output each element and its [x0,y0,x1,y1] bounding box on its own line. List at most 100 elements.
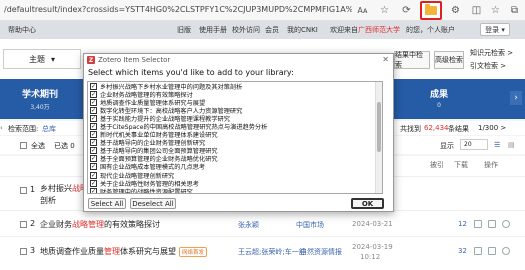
star-icon[interactable]: ☆ [377,3,392,18]
favorite-icon[interactable] [502,220,510,228]
row-title[interactable]: 地质调查作业质量管理体系研究与展望 网络首发 [40,246,208,257]
profile-icon[interactable]: ⧉ [507,3,522,18]
category-achievements[interactable]: 成果 0 [430,87,448,109]
checkbox-checked-icon[interactable]: ✓ [90,98,97,106]
checkbox-icon [20,186,27,194]
total-count: 62,434 [424,124,449,132]
title-text: 的有效策略探讨 [104,220,160,229]
refresh-icon[interactable]: ⟳ [399,3,414,18]
checkbox-checked-icon[interactable]: ✓ [90,139,97,147]
checkbox-checked-icon[interactable]: ✓ [90,187,97,193]
list-view-icon[interactable]: ☰ [494,141,500,149]
favorites-icon[interactable]: ☆ [488,3,503,18]
selected-count: 已选 0 [54,142,75,150]
row-source[interactable]: 中国市场 [296,220,324,230]
extensions-icon[interactable]: ⚙ [448,3,463,18]
checkbox-checked-icon[interactable]: ✓ [90,106,97,114]
url-field[interactable]: /defaultresult/index?crossids=YSTT4HG0%2… [4,5,352,14]
institution-name[interactable]: 广西师范大学 [358,25,400,35]
row-checkbox[interactable] [20,186,27,194]
title-text: 体系研究与展望 [120,247,176,256]
member-link[interactable]: 会员 [265,25,279,35]
checkbox-checked-icon[interactable]: ✓ [90,147,97,155]
page-size-select[interactable]: 20 [460,139,488,150]
checkbox-checked-icon[interactable]: ✓ [90,82,97,90]
reader-mode-icon[interactable]: Aᴀ [355,3,370,18]
checkbox-checked-icon[interactable]: ✓ [90,179,97,187]
offsite-access-link[interactable]: 校外访问 [232,25,260,35]
download-icon[interactable] [474,247,482,255]
header-cited[interactable]: 被引 [430,160,444,170]
table-row: 3 地质调查作业质量管理体系研究与展望 网络首发 王云超;张荣岭;车一舒 自然资源… [0,236,525,268]
old-version-link[interactable]: 旧版 [177,25,191,35]
row-checkbox[interactable] [20,247,27,255]
result-search-button[interactable]: 结果中检索 [394,51,430,69]
item-title: 财务管理中的战略性资源配置研究 [100,188,193,194]
split-screen-icon[interactable]: ◫ [469,3,484,18]
row-author[interactable]: 王云超;张荣岭;车一舒 [238,247,306,257]
title-highlight: 管理 [104,247,120,256]
knowledge-meta-link[interactable]: 知识元检索 > [470,48,513,58]
display-label: 显示 [440,142,454,150]
site-top-bar: 帮助中心 旧版 使用手册 校外访问 会员 我的CNKI 欢迎来自 广西师范大学 … [0,21,525,39]
subject-select[interactable]: 主题 ▾ [3,49,81,69]
row-source[interactable]: 自然资源情报 [300,247,342,257]
chevron-down-icon: ▾ [50,54,55,64]
category-journals[interactable]: 学术期刊 3,40万 [22,87,58,111]
select-all-label[interactable]: 全选 [31,141,45,151]
advanced-search-button[interactable]: 高级检索 [434,51,464,69]
title-text: 地质调查作业质量 [40,247,104,256]
checkbox-checked-icon[interactable]: ✓ [90,171,97,179]
row-checkbox[interactable] [20,220,27,228]
ok-button[interactable]: OK [351,198,384,209]
read-icon[interactable] [488,247,496,255]
item-list: ✓ 乡村振兴战略下乡村水业管理中的问题及其对策剖析 ✓ 企业财务战略管理的有效策略探讨… [87,81,383,194]
chevron-left-icon[interactable]: ‹ [0,124,3,132]
table-row: 2 企业财务战略管理的有效策略探讨 张永颖 中国市场 2024-03-21 12 [0,210,525,236]
checkbox-checked-icon[interactable]: ✓ [90,163,97,171]
row-author[interactable]: 张永颖 [238,220,259,230]
row-downloads[interactable]: 32 [458,247,467,255]
dialog-list-item[interactable]: ✓ 财务管理中的战略性资源配置研究 [88,187,382,194]
title-text: 企业财务 [40,220,72,229]
pager[interactable]: 1/300 > [478,124,506,132]
login-button[interactable]: 登录 ▾ [480,23,510,36]
select-all-button[interactable]: Select All [88,198,126,209]
detail-view-icon[interactable]: ▤ [508,141,515,149]
scope-value[interactable]: 总库 [42,124,56,134]
row-title[interactable]: 企业财务战略管理的有效策略探讨 [40,219,160,230]
welcome-text: 欢迎来自 [330,26,358,34]
manual-link[interactable]: 使用手册 [199,25,227,35]
category-label: 成果 [430,90,449,100]
checkbox-checked-icon[interactable]: ✓ [90,155,97,163]
zotero-save-button[interactable] [420,1,442,20]
close-icon[interactable]: ✕ [382,55,389,64]
scrollbar-thumb[interactable] [377,102,381,152]
citation-search-link[interactable]: 引文检索 > [470,61,506,71]
deselect-all-button[interactable]: Deselect All [130,198,176,209]
total-suffix: 条结果 [448,125,469,133]
online-first-badge: 网络首发 [179,247,208,257]
download-icon[interactable] [474,220,482,228]
row-title[interactable]: 乡村振兴战略 [40,183,88,194]
select-all-checkbox[interactable] [20,141,27,149]
checkbox-checked-icon[interactable]: ✓ [90,123,97,131]
checkbox-checked-icon[interactable]: ✓ [90,114,97,122]
favorite-icon[interactable] [502,247,510,255]
row-downloads[interactable]: 12 [458,220,467,228]
header-downloads[interactable]: 下载 [454,160,468,170]
category-count: 3,40万 [30,104,50,111]
row-number: 2 [30,219,36,228]
checkbox-checked-icon[interactable]: ✓ [90,131,97,139]
list-scrollbar[interactable] [375,82,382,193]
help-center-link[interactable]: 帮助中心 [8,25,36,35]
checkbox-icon [20,247,27,255]
zotero-folder-icon [425,4,437,15]
chevron-right-icon[interactable]: › [510,91,522,105]
read-icon[interactable] [488,220,496,228]
checkbox-checked-icon[interactable]: ✓ [90,90,97,98]
my-cnki-link[interactable]: 我的CNKI [287,25,318,35]
total-prefix: 共找到 [400,125,421,133]
title-text: 乡村振兴 [40,184,72,193]
row-title-line2[interactable]: 剖析 [40,195,56,206]
